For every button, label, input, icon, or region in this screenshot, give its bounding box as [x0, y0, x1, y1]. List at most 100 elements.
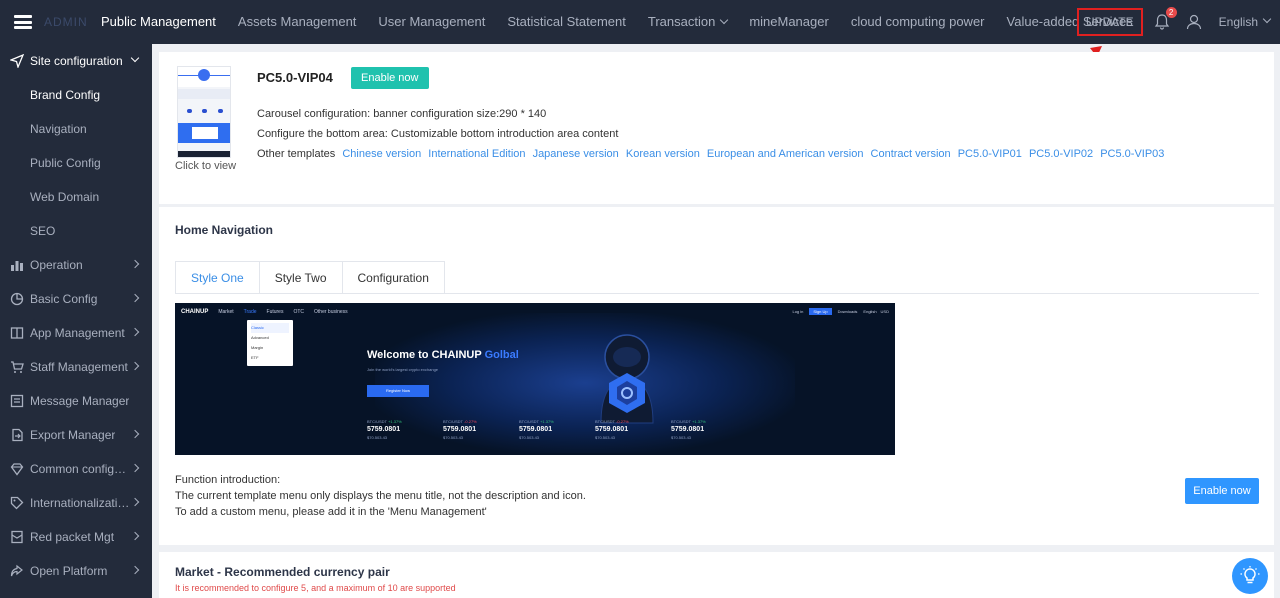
carousel-config-info: Carousel configuration: banner configura… [257, 108, 546, 120]
preview-dropdown-item: Classic [251, 323, 289, 333]
notification-button[interactable]: 2 [1153, 7, 1177, 31]
sidebar-item-web-domain[interactable]: Web Domain [0, 180, 152, 214]
template-link[interactable]: Contract version [871, 148, 951, 160]
ticker-pair: BTC/USDT [671, 419, 691, 424]
language-label: English [1218, 15, 1258, 29]
template-title: PC5.0-VIP04 [257, 70, 333, 85]
sidebar-group-message-manager[interactable]: Message Manager [0, 384, 152, 418]
ticker-price: 5759.0801 [443, 426, 477, 433]
sidebar-group-staff-management[interactable]: Staff Management [0, 350, 152, 384]
preview-downloads: Downloads [837, 309, 858, 314]
preview-ticker: BTC/USDT +1.37% 5759.0801 $70.503.43 [519, 419, 595, 440]
section-title: Market - Recommended currency pair [175, 565, 390, 579]
sidebar-group-internationalization[interactable]: Internationalization... [0, 486, 152, 520]
sidebar-group-red-packet[interactable]: Red packet Mgt [0, 520, 152, 554]
sidebar-group-label: Export Manager [30, 428, 116, 442]
template-link[interactable]: Japanese version [533, 148, 619, 160]
sidebar-group-label: Red packet Mgt [30, 530, 115, 544]
update-button[interactable]: UPDATE [1076, 8, 1143, 36]
user-icon[interactable] [1185, 13, 1203, 31]
language-select[interactable]: English [1218, 14, 1272, 29]
sidebar-group-app-management[interactable]: App Management [0, 316, 152, 350]
help-button[interactable] [1232, 558, 1268, 594]
sidebar-item-seo[interactable]: SEO [0, 214, 152, 248]
preview-ticker: BTC/USDT +1.37% 5759.0801 $70.503.43 [367, 419, 443, 440]
market-card: Market - Recommended currency pair It is… [159, 552, 1274, 598]
template-link[interactable]: PC5.0-VIP03 [1100, 148, 1164, 160]
preview-nav-item: Other business [314, 309, 348, 315]
sidebar-group-open-platform[interactable]: Open Platform [0, 554, 152, 588]
topnav-cloud-computing-power[interactable]: cloud computing power [840, 0, 996, 44]
carousel-config-value: banner configuration size:290 * 140 [373, 108, 547, 120]
sidebar-group-basic-config[interactable]: Basic Config [0, 282, 152, 316]
ticker-price: 5759.0801 [671, 426, 705, 433]
preview-ticker: BTC/USDT -0.27% 5759.0801 $70.503.43 [443, 419, 519, 440]
preview-welcome-text: Welcome to CHAINUP [367, 349, 482, 361]
ticker-sub: $70.503.43 [671, 435, 692, 440]
notification-badge: 2 [1165, 7, 1177, 18]
template-link[interactable]: European and American version [707, 148, 864, 160]
topnav-public-management[interactable]: Public Management [90, 0, 227, 44]
tag-icon [10, 496, 24, 510]
bottom-area-value: Customizable bottom introduction area co… [390, 128, 619, 140]
message-icon [10, 394, 24, 408]
preview-ticker: BTC/USDT -0.27% 5759.0801 $70.503.43 [595, 419, 671, 440]
topnav-assets-management[interactable]: Assets Management [227, 0, 368, 44]
sidebar-item-navigation[interactable]: Navigation [0, 112, 152, 146]
sidebar-group-label: Open Platform [30, 564, 108, 578]
template-card: Click to view PC5.0-VIP04 Enable now Car… [159, 52, 1274, 204]
sidebar-group-operation[interactable]: Operation [0, 248, 152, 282]
preview-signup: Sign Up [809, 308, 832, 315]
preview-tickers: BTC/USDT +1.37% 5759.0801 $70.503.43 BTC… [367, 419, 747, 440]
pie-chart-icon [10, 292, 24, 306]
sidebar-group-common-configuration[interactable]: Common configura... [0, 452, 152, 486]
thumbnail-caption[interactable]: Click to view [175, 160, 236, 172]
preview-logo: CHAINUP [181, 309, 209, 315]
diamond-icon [10, 463, 24, 476]
preview-dropdown-item: Advanced [251, 335, 269, 340]
template-thumbnail[interactable] [177, 66, 231, 158]
topnav-transaction[interactable]: Transaction [637, 0, 738, 44]
sidebar-item-brand-config[interactable]: Brand Config [0, 78, 152, 112]
template-link[interactable]: PC5.0-VIP02 [1029, 148, 1093, 160]
main-content: Click to view PC5.0-VIP04 Enable now Car… [152, 44, 1280, 598]
template-link[interactable]: International Edition [428, 148, 525, 160]
template-link[interactable]: PC5.0-VIP01 [958, 148, 1022, 160]
preview-login: Log in [792, 309, 804, 314]
tab-configuration[interactable]: Configuration [341, 261, 445, 293]
template-link[interactable]: Korean version [626, 148, 700, 160]
function-intro-line: To add a custom menu, please add it in t… [175, 506, 487, 518]
share-icon [10, 564, 23, 577]
tab-style-one[interactable]: Style One [175, 261, 260, 293]
sidebar-group-label: App Management [30, 326, 125, 340]
sidebar-group-label: Basic Config [30, 292, 98, 306]
ticker-change: +1.37% [388, 419, 402, 424]
tab-style-two[interactable]: Style Two [258, 261, 343, 293]
ticker-pair: BTC/USDT [595, 419, 615, 424]
topnav-user-management[interactable]: User Management [367, 0, 496, 44]
bottom-area-label: Configure the bottom area: [257, 128, 388, 140]
ticker-change: +1.37% [692, 419, 706, 424]
send-icon [10, 54, 24, 68]
ticker-sub: $70.503.43 [367, 435, 388, 440]
preview-register-button: Register Now [367, 385, 429, 397]
sidebar-item-public-config[interactable]: Public Config [0, 146, 152, 180]
enable-navigation-button[interactable]: Enable now [1185, 478, 1259, 504]
sidebar-group-export-manager[interactable]: Export Manager [0, 418, 152, 452]
topnav-statistical-statement[interactable]: Statistical Statement [496, 0, 637, 44]
style-tabs: Style One Style Two Configuration [175, 261, 445, 293]
chevron-right-icon [130, 497, 140, 507]
sidebar-group-label: Message Manager [30, 394, 130, 408]
topnav-mine-manager[interactable]: mineManager [738, 0, 840, 44]
carousel-config-label: Carousel configuration: [257, 108, 371, 120]
function-intro-title: Function introduction: [175, 474, 281, 486]
enable-template-button[interactable]: Enable now [351, 67, 429, 89]
template-link[interactable]: Chinese version [342, 148, 421, 160]
logo[interactable]: ADMIN [0, 0, 90, 44]
other-templates: Other templates Chinese version Internat… [257, 148, 1164, 160]
sidebar-group-label: Operation [30, 258, 83, 272]
chevron-down-icon [720, 15, 729, 25]
sidebar-group-site-configuration[interactable]: Site configuration [0, 44, 152, 78]
menu-toggle-icon[interactable] [14, 15, 32, 29]
ticker-change: +1.37% [540, 419, 554, 424]
